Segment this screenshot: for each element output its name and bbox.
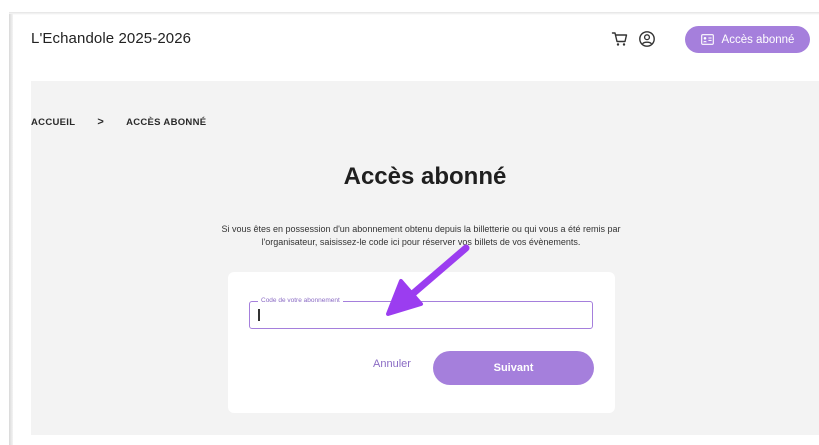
main-content: ACCUEIL > ACCÈS ABONNÉ Accès abonné Si v… — [31, 81, 819, 435]
breadcrumb: ACCUEIL > ACCÈS ABONNÉ — [31, 116, 206, 128]
site-header: L'Echandole 2025-2026 Accès abonné — [13, 15, 819, 81]
id-card-icon — [700, 34, 714, 45]
breadcrumb-home-link[interactable]: ACCUEIL — [31, 117, 75, 128]
subscription-code-field[interactable]: Code de votre abonnement — [249, 296, 593, 329]
next-button[interactable]: Suivant — [433, 351, 594, 385]
account-icon[interactable] — [638, 30, 656, 48]
site-title[interactable]: L'Echandole 2025-2026 — [31, 30, 191, 47]
browser-viewport: L'Echandole 2025-2026 Accès abonné ACCUE… — [0, 0, 819, 445]
cart-icon[interactable] — [611, 30, 629, 48]
intro-text-line-1: Si vous êtes en possession d'un abonneme… — [221, 224, 621, 234]
breadcrumb-separator: > — [97, 116, 105, 128]
cancel-button[interactable]: Annuler — [373, 358, 411, 370]
subscriber-access-button-label: Accès abonné — [721, 33, 795, 46]
subscription-code-input[interactable] — [250, 302, 592, 328]
intro-text: Si vous êtes en possession d'un abonneme… — [191, 223, 651, 249]
subscriber-access-button[interactable]: Accès abonné — [685, 26, 810, 53]
intro-text-line-2: l'organisateur, saisissez-le code ici po… — [261, 237, 581, 247]
page-title: Accès abonné — [343, 163, 507, 190]
breadcrumb-current: ACCÈS ABONNÉ — [126, 116, 207, 128]
subscription-code-form: Code de votre abonnement Annuler Suivant — [228, 272, 615, 413]
